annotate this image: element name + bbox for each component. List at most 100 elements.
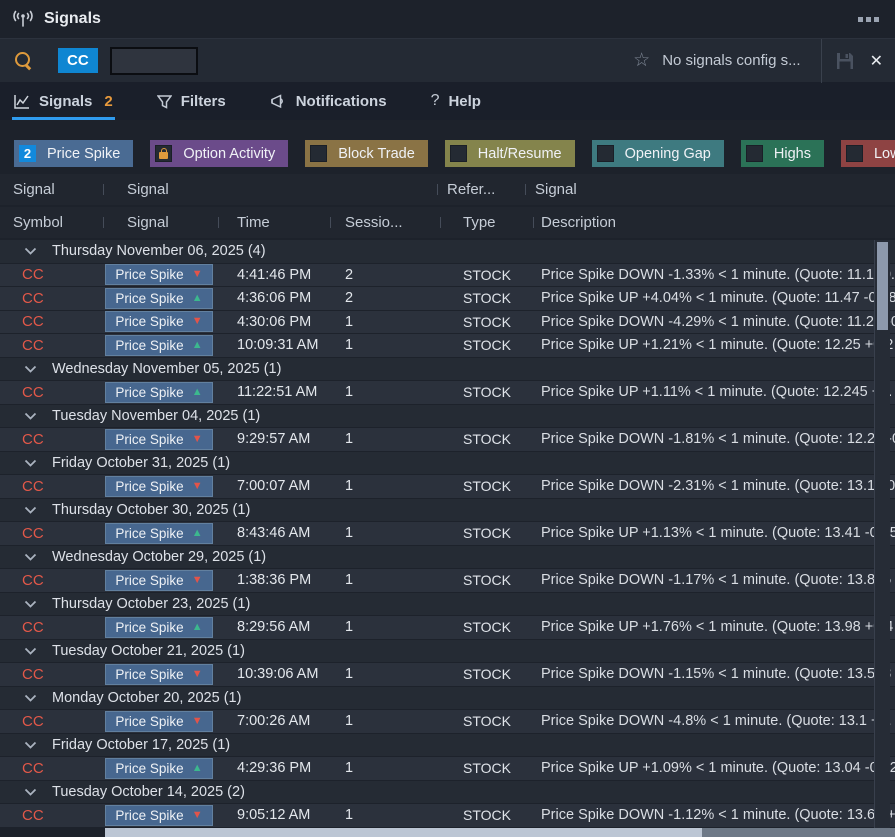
symbol-cell[interactable]: CC	[0, 313, 103, 330]
group-header-row[interactable]: Tuesday November 04, 2025 (1)	[0, 404, 895, 428]
group-header-row[interactable]: Thursday November 06, 2025 (4)	[0, 240, 895, 264]
signal-row[interactable]: CC Price Spike ▲ 8:43:46 AM 1 STOCK Pric…	[0, 522, 895, 546]
symbol-cell[interactable]: CC	[0, 266, 103, 283]
group-label: Tuesday November 04, 2025 (1)	[52, 407, 261, 424]
header-reference-group[interactable]: Refer...	[437, 174, 525, 205]
filter-chip-price-spike[interactable]: 2 Price Spike	[14, 140, 134, 167]
horizontal-scrollbar-thumb[interactable]	[105, 828, 702, 837]
session-cell: 1	[345, 337, 354, 354]
group-header-row[interactable]: Friday October 17, 2025 (1)	[0, 733, 895, 757]
signal-badge[interactable]: Price Spike ▲	[105, 616, 213, 638]
signal-badge[interactable]: Price Spike ▲	[105, 334, 213, 356]
header-session[interactable]: Sessio...	[330, 207, 440, 238]
signal-row[interactable]: CC Price Spike ▼ 4:41:46 PM 2 STOCK Pric…	[0, 263, 895, 287]
horizontal-scrollbar[interactable]	[105, 828, 895, 837]
signal-badge[interactable]: Price Spike ▼	[105, 428, 213, 450]
header-type[interactable]: Type	[440, 207, 533, 238]
symbol-cell[interactable]: CC	[0, 337, 103, 354]
header-signal-group[interactable]: Signal	[103, 174, 437, 205]
chip-label: Highs	[773, 145, 811, 162]
symbol-cell[interactable]: CC	[0, 431, 103, 448]
signal-row[interactable]: CC Price Spike ▼ 1:38:36 PM 1 STOCK Pric…	[0, 569, 895, 593]
search-input[interactable]	[109, 46, 198, 75]
signal-row[interactable]: CC Price Spike ▲ 4:29:36 PM 1 STOCK Pric…	[0, 757, 895, 781]
signal-badge[interactable]: Price Spike ▲	[105, 287, 213, 309]
header-time[interactable]: Time	[218, 207, 330, 238]
filter-chip-highs[interactable]: Highs	[740, 140, 824, 167]
save-icon[interactable]	[836, 52, 854, 70]
signal-badge[interactable]: Price Spike ▼	[105, 311, 213, 333]
header-signal[interactable]: Signal	[103, 207, 218, 238]
close-icon[interactable]: ✕	[870, 51, 883, 71]
time-cell: 4:30:06 PM	[237, 313, 312, 330]
signal-row[interactable]: CC Price Spike ▼ 9:05:12 AM 1 STOCK Pric…	[0, 804, 895, 828]
signal-row[interactable]: CC Price Spike ▼ 7:00:07 AM 1 STOCK Pric…	[0, 475, 895, 499]
signal-badge[interactable]: Price Spike ▲	[105, 381, 213, 403]
group-header-row[interactable]: Thursday October 23, 2025 (1)	[0, 592, 895, 616]
header-description[interactable]: Description	[533, 207, 895, 238]
tab-notifications[interactable]: Notifications	[268, 82, 389, 120]
filter-chip-halt-resume[interactable]: Halt/Resume	[444, 140, 575, 167]
signal-name: Price Spike	[115, 267, 184, 283]
chip-label: Price Spike	[47, 145, 121, 162]
signal-badge[interactable]: Price Spike ▼	[105, 264, 213, 286]
title-bar: Signals	[0, 0, 895, 38]
tab-filters[interactable]: Filters	[155, 82, 228, 120]
description-cell: Price Spike DOWN -2.31% < 1 minute. (Quo…	[541, 478, 895, 495]
signal-badge[interactable]: Price Spike ▼	[105, 804, 213, 826]
time-cell: 8:29:56 AM	[237, 619, 311, 636]
group-header-row[interactable]: Wednesday October 29, 2025 (1)	[0, 545, 895, 569]
header-signal-group[interactable]: Signal	[525, 174, 895, 205]
filter-chip-opening-gap[interactable]: Opening Gap	[591, 140, 724, 167]
filter-chip-block-trade[interactable]: Block Trade	[305, 140, 428, 167]
signal-name: Price Spike	[115, 713, 184, 729]
symbol-cell[interactable]: CC	[0, 384, 103, 401]
group-header-row[interactable]: Thursday October 30, 2025 (1)	[0, 498, 895, 522]
search-icon[interactable]	[14, 51, 34, 71]
signal-row[interactable]: CC Price Spike ▼ 7:00:26 AM 1 STOCK Pric…	[0, 710, 895, 734]
symbol-cell[interactable]: CC	[0, 666, 103, 683]
signal-row[interactable]: CC Price Spike ▲ 8:29:56 AM 1 STOCK Pric…	[0, 616, 895, 640]
signal-row[interactable]: CC Price Spike ▼ 4:30:06 PM 1 STOCK Pric…	[0, 310, 895, 334]
group-header-row[interactable]: Monday October 20, 2025 (1)	[0, 686, 895, 710]
symbol-cell[interactable]: CC	[0, 572, 103, 589]
signal-row[interactable]: CC Price Spike ▲ 4:36:06 PM 2 STOCK Pric…	[0, 287, 895, 311]
tab-help[interactable]: ? Help	[429, 82, 483, 120]
signal-badge[interactable]: Price Spike ▼	[105, 710, 213, 732]
direction-arrow-icon: ▼	[191, 667, 203, 680]
header-symbol[interactable]: Symbol	[0, 207, 103, 238]
vertical-scrollbar[interactable]	[874, 240, 890, 828]
symbol-cell[interactable]: CC	[0, 619, 103, 636]
signal-row[interactable]: CC Price Spike ▲ 11:22:51 AM 1 STOCK Pri…	[0, 381, 895, 405]
signal-badge[interactable]: Price Spike ▼	[105, 475, 213, 497]
group-header-row[interactable]: Tuesday October 14, 2025 (2)	[0, 780, 895, 804]
signal-badge[interactable]: Price Spike ▲	[105, 522, 213, 544]
filter-chip-option-activity[interactable]: Option Activity	[150, 140, 289, 167]
symbol-cell[interactable]: CC	[0, 713, 103, 730]
signal-badge[interactable]: Price Spike ▼	[105, 569, 213, 591]
header-signal-group[interactable]: Signal	[0, 174, 103, 205]
signal-badge[interactable]: Price Spike ▲	[105, 757, 213, 779]
type-cell: STOCK	[463, 478, 511, 495]
group-header-row[interactable]: Tuesday October 21, 2025 (1)	[0, 639, 895, 663]
tab-signals[interactable]: Signals 2	[12, 82, 115, 120]
symbol-chip-button[interactable]: CC	[58, 48, 98, 73]
group-header-row[interactable]: Friday October 31, 2025 (1)	[0, 451, 895, 475]
group-header-row[interactable]: Wednesday November 05, 2025 (1)	[0, 357, 895, 381]
group-label: Tuesday October 14, 2025 (2)	[52, 783, 245, 800]
type-cell: STOCK	[463, 384, 511, 401]
symbol-cell[interactable]: CC	[0, 760, 103, 777]
filter-chip-lows[interactable]: Lows	[840, 140, 895, 167]
symbol-cell[interactable]: CC	[0, 525, 103, 542]
vertical-scrollbar-thumb[interactable]	[877, 242, 888, 330]
signal-badge[interactable]: Price Spike ▼	[105, 663, 213, 685]
signal-row[interactable]: CC Price Spike ▼ 9:29:57 AM 1 STOCK Pric…	[0, 428, 895, 452]
signal-row[interactable]: CC Price Spike ▼ 10:39:06 AM 1 STOCK Pri…	[0, 663, 895, 687]
symbol-cell[interactable]: CC	[0, 290, 103, 307]
favorite-star-icon[interactable]: ☆	[633, 49, 650, 72]
signal-row[interactable]: CC Price Spike ▲ 10:09:31 AM 1 STOCK Pri…	[0, 334, 895, 358]
symbol-cell[interactable]: CC	[0, 807, 103, 824]
symbol-cell[interactable]: CC	[0, 478, 103, 495]
type-cell: STOCK	[463, 313, 511, 330]
overflow-menu-button[interactable]	[854, 13, 883, 26]
